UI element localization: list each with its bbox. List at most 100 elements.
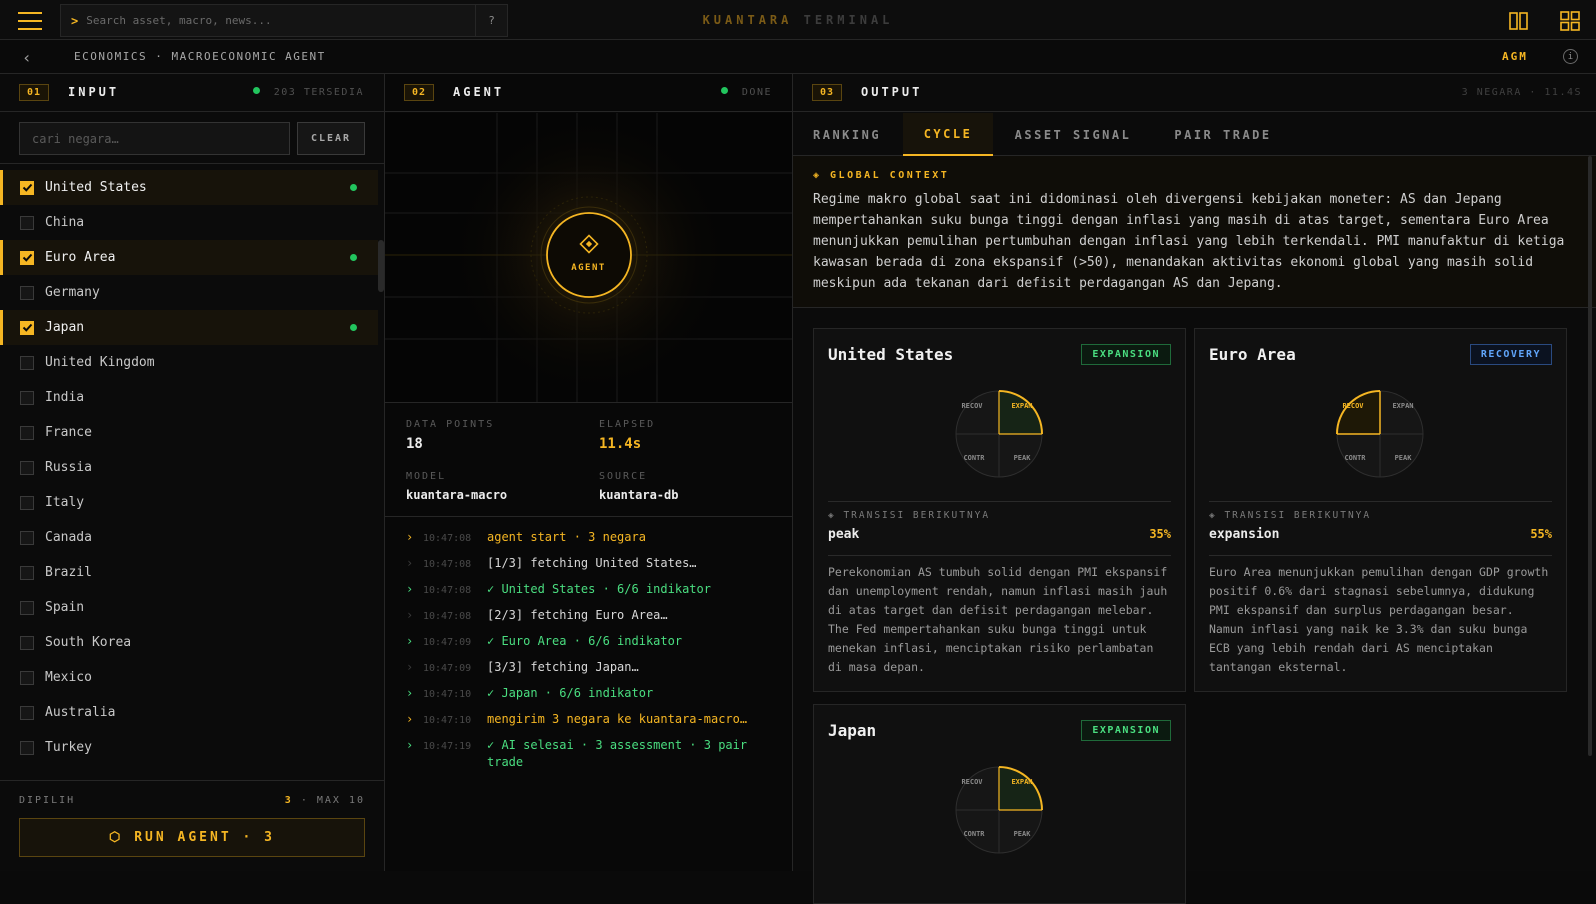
country-item[interactable]: Turkey: [0, 730, 378, 765]
quadrant-expan: EXPAN: [1011, 778, 1032, 786]
country-checkbox[interactable]: [20, 425, 34, 440]
log-message: [3/3] fetching Japan…: [487, 660, 639, 674]
country-item[interactable]: Euro Area: [0, 240, 378, 275]
country-item[interactable]: Mexico: [0, 660, 378, 695]
country-checkbox[interactable]: [20, 390, 34, 405]
log-arrow-icon: ›: [406, 712, 414, 726]
country-name: United States: [45, 180, 147, 195]
country-checkbox[interactable]: [20, 180, 34, 195]
country-item[interactable]: South Korea: [0, 625, 378, 660]
log-line: › 10:47:09 [3/3] fetching Japan…: [385, 659, 792, 677]
country-item[interactable]: Australia: [0, 695, 378, 730]
log-arrow-icon: ›: [406, 556, 414, 570]
selected-count: 3 · MAX 10: [285, 795, 365, 806]
log-line: › 10:47:09 ✓ Euro Area · 6/6 indikator: [385, 633, 792, 651]
global-context-title: ◈ GLOBAL CONTEXT: [813, 170, 950, 181]
brand-secondary: TERMINAL: [803, 13, 894, 27]
country-checkbox[interactable]: [20, 600, 34, 615]
log-message: mengirim 3 negara ke kuantara-macro…: [487, 712, 748, 726]
country-item[interactable]: Germany: [0, 275, 378, 310]
cycle-card[interactable]: United States EXPANSION RECOV EXPAN CONTR PEA…: [813, 328, 1186, 692]
output-scrollbar[interactable]: [1588, 156, 1592, 756]
cycle-card[interactable]: Euro Area RECOVERY RECOV EXPAN CONTR PEAK ◈ TR…: [1194, 328, 1567, 692]
country-checkbox[interactable]: [20, 215, 34, 230]
country-checkbox[interactable]: [20, 740, 34, 755]
country-name: Germany: [45, 285, 100, 300]
top-bar: > ? KUANTARA TERMINAL: [0, 0, 1596, 40]
country-checkbox[interactable]: [20, 705, 34, 720]
country-list[interactable]: United States China Euro Area Germany Japan U…: [0, 170, 378, 775]
log-time: 10:47:19: [423, 741, 472, 752]
split-view-icon[interactable]: [1508, 10, 1530, 32]
transition-probability: 35%: [1149, 527, 1171, 541]
mode-badge[interactable]: AGM: [1502, 50, 1528, 63]
metric-model: MODEL kuantara-macro: [406, 471, 507, 502]
country-item[interactable]: India: [0, 380, 378, 415]
available-status: 203 TERSEDIA: [252, 87, 364, 98]
country-item[interactable]: Spain: [0, 590, 378, 625]
agent-status: DONE: [720, 87, 772, 98]
cycle-quadrant-dial: RECOV EXPAN CONTR PEAK: [955, 390, 1043, 478]
log-time: 10:47:08: [423, 611, 472, 622]
country-checkbox[interactable]: [20, 355, 34, 370]
tab-cycle[interactable]: CYCLE: [903, 113, 993, 156]
metric-value: 11.4s: [599, 436, 642, 452]
log-time: 10:47:08: [423, 585, 472, 596]
country-checkbox[interactable]: [20, 670, 34, 685]
country-item[interactable]: China: [0, 205, 378, 240]
tab-ranking[interactable]: RANKING: [793, 113, 903, 156]
agent-panel: 02 AGENT DONE AGENT DATA POINTS 18 ELAPS…: [385, 74, 793, 871]
country-search-input[interactable]: [19, 122, 290, 155]
panel-title: OUTPUT: [861, 85, 923, 99]
status-dot-icon: [720, 87, 728, 94]
agent-core-label: AGENT: [571, 263, 606, 273]
step-badge: 01: [19, 84, 50, 101]
country-checkbox[interactable]: [20, 250, 34, 265]
country-item[interactable]: United States: [0, 170, 378, 205]
country-checkbox[interactable]: [20, 285, 34, 300]
country-checkbox[interactable]: [20, 460, 34, 475]
clear-button[interactable]: CLEAR: [297, 122, 365, 155]
tab-asset-signal[interactable]: ASSET SIGNAL: [993, 113, 1153, 156]
country-name: Russia: [45, 460, 92, 475]
divider: [1209, 501, 1552, 502]
log-line: › 10:47:08 [1/3] fetching United States…: [385, 555, 792, 573]
agent-visualization: AGENT: [385, 113, 792, 403]
sub-bar: ‹ ECONOMICS · MACROECONOMIC AGENT AGM i: [0, 40, 1596, 74]
country-item[interactable]: Japan: [0, 310, 378, 345]
log-line: › 10:47:08 ✓ United States · 6/6 indikator: [385, 581, 792, 599]
quadrant-contr: CONTR: [963, 830, 985, 838]
metric-label: ELAPSED: [599, 419, 656, 430]
country-name: Italy: [45, 495, 85, 510]
country-checkbox[interactable]: [20, 635, 34, 650]
country-item[interactable]: Canada: [0, 520, 378, 555]
country-item[interactable]: Brazil: [0, 555, 378, 590]
selected-dot-icon: [350, 184, 357, 191]
country-checkbox[interactable]: [20, 530, 34, 545]
agent-metrics: DATA POINTS 18 ELAPSED 11.4s MODEL kuant…: [385, 403, 792, 517]
country-item[interactable]: United Kingdom: [0, 345, 378, 380]
country-item[interactable]: France: [0, 415, 378, 450]
metric-data-points: DATA POINTS 18: [406, 419, 494, 452]
global-context-text: Regime makro global saat ini didominasi …: [813, 192, 1565, 291]
log-line: › 10:47:19 ✓ AI selesai · 3 assessment · 3…: [385, 737, 792, 771]
quadrant-expan: EXPAN: [1392, 402, 1413, 410]
run-agent-button[interactable]: ⬡ RUN AGENT · 3: [19, 818, 365, 857]
country-name: South Korea: [45, 635, 132, 650]
country-item[interactable]: Russia: [0, 450, 378, 485]
cycle-card[interactable]: Japan EXPANSION RECOV EXPAN CONTR PEAK: [813, 704, 1186, 904]
country-checkbox[interactable]: [20, 495, 34, 510]
phase-badge: EXPANSION: [1081, 344, 1171, 365]
grid-view-icon[interactable]: [1559, 10, 1581, 32]
country-checkbox[interactable]: [20, 320, 34, 335]
cycle-quadrant-dial: RECOV EXPAN CONTR PEAK: [1336, 390, 1424, 478]
list-scrollbar[interactable]: [378, 240, 384, 292]
country-name: Canada: [45, 530, 92, 545]
tab-pair-trade[interactable]: PAIR TRADE: [1153, 113, 1293, 156]
country-item[interactable]: Italy: [0, 485, 378, 520]
info-icon[interactable]: i: [1563, 49, 1578, 64]
output-panel: 03 OUTPUT 3 NEGARA · 11.4S RANKING CYCLE…: [793, 74, 1596, 904]
country-checkbox[interactable]: [20, 565, 34, 580]
back-chevron-icon[interactable]: ‹: [22, 48, 32, 67]
log-line: › 10:47:10 ✓ Japan · 6/6 indikator: [385, 685, 792, 703]
